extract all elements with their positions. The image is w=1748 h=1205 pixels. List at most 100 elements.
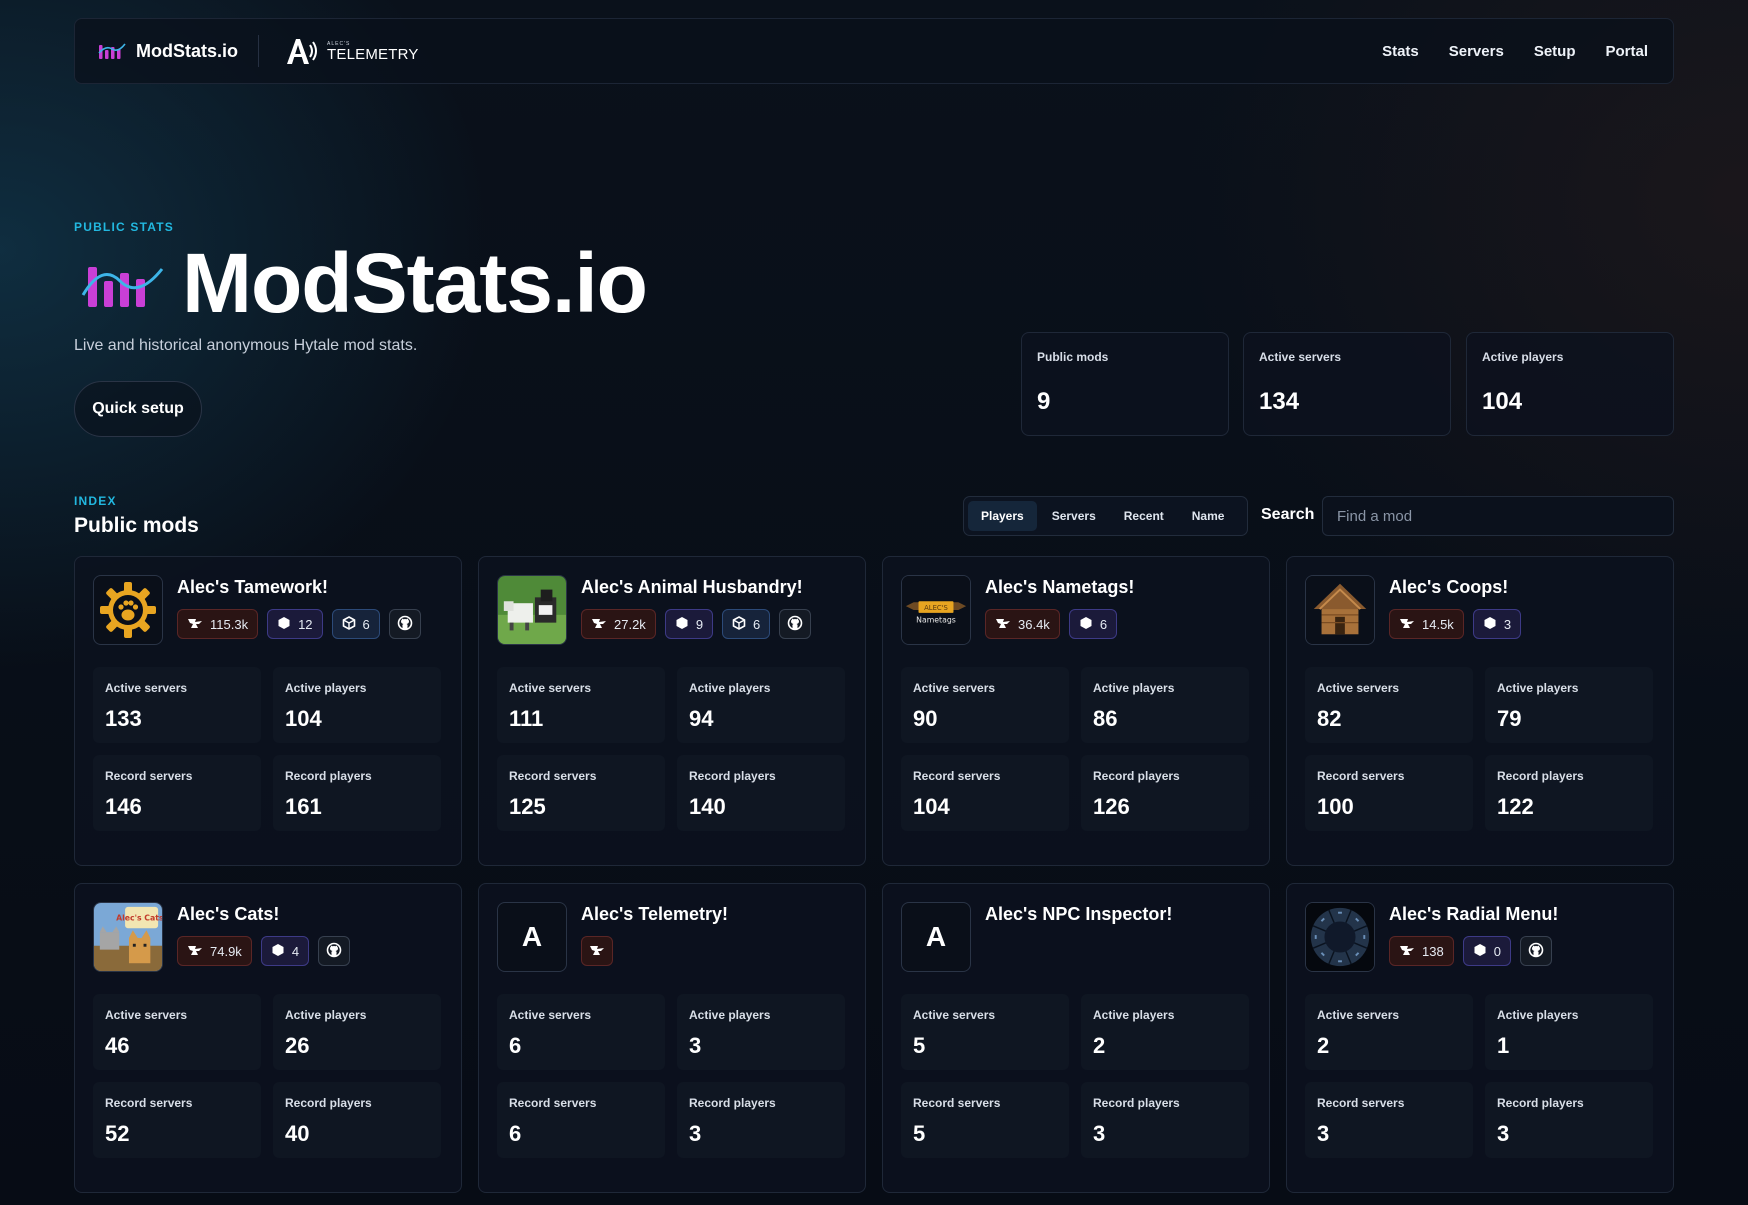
search-input[interactable] [1322,496,1674,536]
modrinth-badge[interactable]: 12 [267,609,323,639]
brand-link[interactable]: ModStats.io [98,41,238,62]
cell-label: Record servers [913,769,1001,783]
record-servers-cell: Record servers 104 [901,755,1069,831]
record-players-cell: Record players 140 [677,755,845,831]
mod-title[interactable]: Alec's Animal Husbandry! [581,577,811,598]
mod-card[interactable]: Alec's Coops! 14.5k 3 Active servers 82 A… [1286,556,1674,866]
mod-card[interactable]: Alec's Radial Menu! 138 0 Active servers … [1286,883,1674,1193]
curseforge-downloads: 27.2k [614,616,646,632]
curseforge-downloads-badge[interactable]: 27.2k [581,609,656,639]
mod-title[interactable]: Alec's Cats! [177,904,350,925]
mod-title[interactable]: Alec's Telemetry! [581,904,728,925]
paw-gear-icon [93,575,163,645]
stat-value: 134 [1259,388,1300,415]
nav-servers[interactable]: Servers [1449,43,1504,60]
divider [258,35,259,67]
github-badge[interactable] [388,609,421,639]
bar-chart-logo-icon [81,267,164,307]
mod-title[interactable]: Alec's Nametags! [985,577,1134,598]
mod-card[interactable]: Alec's Cats! Alec's Cats! 74.9k 4 Active … [74,883,462,1193]
record-players-cell: Record players 3 [677,1082,845,1158]
cell-label: Record servers [105,769,193,783]
github-badge[interactable] [779,609,812,639]
mod-card[interactable]: ALEC'S Nametags Alec's Nametags! 36.4k 6 … [882,556,1270,866]
curseforge-link-badge[interactable] [581,936,613,966]
tab-servers[interactable]: Servers [1039,501,1109,531]
active-servers-value: 2 [1317,1033,1330,1058]
modrinth-badge[interactable]: 0 [1462,936,1511,966]
quick-setup-button[interactable]: Quick setup [74,381,202,437]
modrinth-icon [1483,616,1497,633]
curseforge-downloads-badge[interactable]: 74.9k [177,936,252,966]
bar-chart-logo-icon [98,43,126,59]
mod-title[interactable]: Alec's Tamework! [177,577,421,598]
active-players-cell: Active players 79 [1485,667,1653,743]
package-badge[interactable]: 6 [331,609,380,639]
icon-text-top: ALEC'S [924,604,948,612]
mod-badges: 138 0 [1389,936,1558,966]
nav-stats[interactable]: Stats [1382,43,1419,60]
cell-label: Active players [1497,681,1579,695]
curseforge-downloads-badge[interactable]: 36.4k [985,609,1060,639]
tab-name[interactable]: Name [1179,501,1238,531]
stat-label: Active players [1482,350,1564,364]
tab-recent[interactable]: Recent [1111,501,1177,531]
curseforge-downloads-badge[interactable]: 138 [1389,936,1454,966]
modrinth-badge[interactable]: 6 [1068,609,1118,639]
modrinth-icon [1079,616,1093,633]
nav-setup[interactable]: Setup [1534,43,1576,60]
cell-label: Record servers [1317,769,1405,783]
icon-letter: A [521,921,543,952]
github-icon [1528,942,1544,961]
record-servers-cell: Record servers 52 [93,1082,261,1158]
mod-card[interactable]: Alec's Tamework! 115.3k 12 6 Active server… [74,556,462,866]
cell-label: Record servers [509,769,597,783]
curseforge-downloads-badge[interactable]: 14.5k [1389,609,1464,639]
cell-label: Active players [1497,1008,1579,1022]
active-players-cell: Active players 26 [273,994,441,1070]
record-servers-cell: Record servers 146 [93,755,261,831]
tab-players[interactable]: Players [968,501,1037,531]
curseforge-icon [589,944,605,959]
modrinth-icon [271,943,285,960]
active-servers-value: 46 [105,1033,130,1058]
mod-card[interactable]: A Alec's Telemetry! Active servers 6 Act… [478,883,866,1193]
modrinth-badge[interactable]: 9 [664,609,714,639]
modrinth-badge[interactable]: 3 [1472,609,1522,639]
github-badge[interactable] [318,936,351,966]
mod-title[interactable]: Alec's NPC Inspector! [985,904,1172,925]
mod-title[interactable]: Alec's Coops! [1389,577,1521,598]
package-icon [342,615,356,633]
modrinth-badge[interactable]: 4 [260,936,310,966]
active-players-value: 104 [285,706,322,731]
cell-label: Record players [689,1096,776,1110]
modrinth-count: 12 [298,616,313,632]
active-servers-value: 6 [509,1033,522,1058]
section-title: Public mods [74,514,199,537]
main-nav: Stats Servers Setup Portal [1382,43,1648,60]
modrinth-count: 0 [1493,943,1501,959]
mod-badges: 27.2k 9 6 [581,609,812,639]
stat-label: Active servers [1259,350,1342,364]
curseforge-downloads: 74.9k [210,943,242,959]
curseforge-icon [591,617,607,632]
mod-card[interactable]: A Alec's NPC Inspector! Active servers 5… [882,883,1270,1193]
mod-title[interactable]: Alec's Radial Menu! [1389,904,1558,925]
cats-icon: Alec's Cats! [93,902,163,972]
package-badge[interactable]: 6 [722,609,771,639]
cell-label: Record servers [1317,1096,1405,1110]
curseforge-downloads-badge[interactable]: 115.3k [177,609,259,639]
active-players-cell: Active players 104 [273,667,441,743]
cell-label: Active servers [913,1008,996,1022]
telemetry-logo[interactable]: ALEC'S TELEMETRY [285,36,419,66]
curseforge-downloads: 115.3k [210,616,249,632]
active-servers-cell: Active servers 6 [497,994,665,1070]
active-players-value: 79 [1497,706,1522,731]
icon-text-bottom: Nametags [916,616,956,625]
record-servers-value: 104 [913,794,950,819]
active-servers-cell: Active servers 2 [1305,994,1473,1070]
modrinth-count: 4 [291,943,300,959]
nav-portal[interactable]: Portal [1605,43,1648,60]
github-badge[interactable] [1519,936,1552,966]
mod-card[interactable]: Alec's Animal Husbandry! 27.2k 9 6 Active … [478,556,866,866]
